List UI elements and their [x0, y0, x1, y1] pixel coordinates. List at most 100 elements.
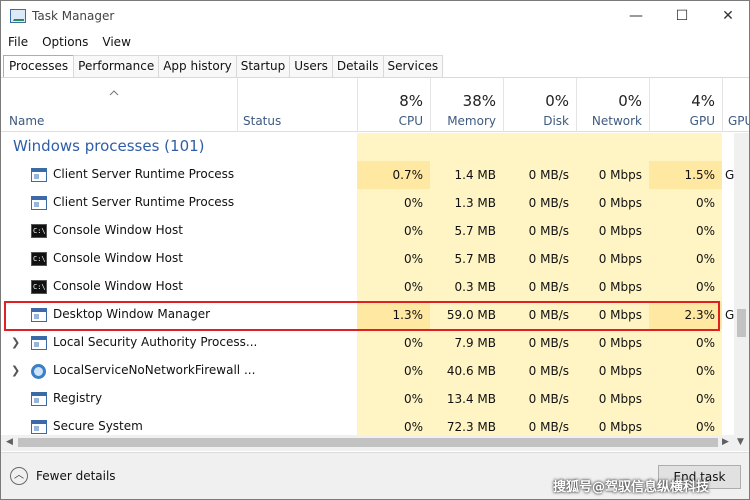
console-icon: C:\	[31, 224, 47, 238]
process-row[interactable]: ❯ Local Security Authority Process... 0% 7.…	[1, 329, 734, 357]
memory-value: 0.3 MB	[430, 273, 503, 301]
horizontal-scrollbar[interactable]: ◀ ▶	[1, 435, 734, 451]
scroll-left-icon[interactable]: ◀	[6, 437, 13, 447]
gpu-engine-value: G	[725, 168, 734, 182]
menu-view[interactable]: View	[95, 32, 137, 52]
cpu-value: 0%	[357, 217, 430, 245]
column-network[interactable]: 0% Network	[576, 78, 649, 132]
menu-options[interactable]: Options	[35, 32, 95, 52]
vertical-scroll-thumb[interactable]	[737, 309, 746, 337]
disk-total: 0%	[545, 92, 569, 110]
column-disk[interactable]: 0% Disk	[503, 78, 576, 132]
cpu-value: 0%	[357, 357, 430, 385]
gpu-value: 0%	[649, 329, 722, 357]
process-name: LocalServiceNoNetworkFirewall ...	[53, 363, 256, 377]
tab-startup[interactable]: Startup	[235, 55, 291, 77]
process-name: Console Window Host	[53, 223, 183, 237]
memory-value: 13.4 MB	[430, 385, 503, 413]
group-heat-gpu	[649, 133, 722, 161]
scroll-down-icon[interactable]: ▼	[737, 437, 744, 447]
tab-services[interactable]: Services	[382, 55, 444, 77]
gpu-label: GPU	[689, 114, 715, 128]
fewer-details-link[interactable]: Fewer details	[36, 469, 116, 483]
gpu-engine-value: G	[725, 308, 734, 322]
column-gpu[interactable]: 4% GPU	[649, 78, 722, 132]
expand-chevron-icon[interactable]: ❯	[11, 364, 20, 377]
gpu-value: 0%	[649, 357, 722, 385]
process-row[interactable]: C:\ Console Window Host 0% 5.7 MB 0 MB/s 0 Mb…	[1, 217, 734, 245]
gpu-value: 0%	[649, 413, 722, 435]
column-status[interactable]: Status	[243, 114, 281, 128]
gear-icon	[31, 364, 46, 379]
process-row[interactable]: C:\ Console Window Host 0% 5.7 MB 0 MB/s 0 Mb…	[1, 245, 734, 273]
process-name: Client Server Runtime Process	[53, 167, 235, 181]
scroll-right-icon[interactable]: ▶	[722, 437, 729, 447]
window-icon	[31, 420, 47, 434]
process-name: Console Window Host	[53, 251, 183, 265]
maximize-button[interactable]: ☐	[659, 1, 705, 31]
memory-value: 1.3 MB	[430, 189, 503, 217]
window-icon	[31, 168, 47, 182]
process-row[interactable]: Registry 0% 13.4 MB 0 MB/s 0 Mbps 0%	[1, 385, 734, 413]
tab-performance[interactable]: Performance	[73, 55, 160, 77]
title-bar: Task Manager — ☐ ✕	[1, 1, 749, 32]
gpu-engine-value	[722, 413, 734, 435]
close-button[interactable]: ✕	[705, 1, 750, 31]
gpu-engine-value	[722, 189, 734, 217]
vertical-scrollbar[interactable]	[734, 133, 749, 436]
process-row[interactable]: Client Server Runtime Process 0.7% 1.4 MB 0…	[1, 161, 734, 189]
group-heat-network	[576, 133, 649, 161]
network-value: 0 Mbps	[576, 161, 649, 189]
column-name[interactable]: Name	[9, 114, 44, 128]
gpu-engine-value	[722, 385, 734, 413]
network-value: 0 Mbps	[576, 413, 649, 435]
gpu-value: 1.5%	[649, 161, 722, 189]
process-row[interactable]: Client Server Runtime Process 0% 1.3 MB 0 M…	[1, 189, 734, 217]
memory-value: 7.9 MB	[430, 329, 503, 357]
memory-total: 38%	[462, 92, 496, 110]
memory-value: 5.7 MB	[430, 245, 503, 273]
column-cpu[interactable]: 8% CPU	[357, 78, 430, 132]
tab-strip: Processes Performance App history Startu…	[3, 55, 444, 78]
gpu-engine-value	[722, 357, 734, 385]
process-row[interactable]: Secure System 0% 72.3 MB 0 MB/s 0 Mbps 0%	[1, 413, 734, 435]
group-title: Windows processes (101)	[13, 137, 205, 155]
cpu-value: 0%	[357, 189, 430, 217]
memory-label: Memory	[447, 114, 496, 128]
group-heat-disk	[503, 133, 576, 161]
column-memory[interactable]: 38% Memory	[430, 78, 503, 132]
disk-value: 0 MB/s	[503, 161, 576, 189]
disk-value: 0 MB/s	[503, 273, 576, 301]
cpu-total: 8%	[399, 92, 423, 110]
minimize-button[interactable]: —	[613, 1, 659, 31]
network-value: 0 Mbps	[576, 273, 649, 301]
chevron-up-icon[interactable]: ︿	[10, 467, 28, 485]
menu-file[interactable]: File	[1, 32, 35, 52]
tab-details[interactable]: Details	[331, 55, 384, 77]
network-label: Network	[591, 114, 642, 128]
tab-users[interactable]: Users	[289, 55, 333, 77]
selected-row-highlight	[4, 301, 720, 331]
cpu-value: 0%	[357, 413, 430, 435]
cpu-value: 0.7%	[357, 161, 430, 189]
process-row[interactable]: C:\ Console Window Host 0% 0.3 MB 0 MB/s 0 Mb…	[1, 273, 734, 301]
gpu-engine-label: GPU	[728, 114, 749, 128]
gpu-engine-value	[722, 217, 734, 245]
gpu-value: 0%	[649, 217, 722, 245]
expand-chevron-icon[interactable]: ❯	[11, 336, 20, 349]
horizontal-scroll-thumb[interactable]	[18, 438, 718, 447]
cpu-value: 0%	[357, 273, 430, 301]
disk-value: 0 MB/s	[503, 357, 576, 385]
column-gpu-engine[interactable]: GPU	[722, 78, 749, 132]
gpu-value: 0%	[649, 273, 722, 301]
process-name: Local Security Authority Process...	[53, 335, 258, 349]
disk-label: Disk	[543, 114, 569, 128]
tab-app-history[interactable]: App history	[158, 55, 237, 77]
gpu-engine-value	[722, 273, 734, 301]
group-heat-memory	[430, 133, 503, 161]
process-row[interactable]: ❯ LocalServiceNoNetworkFirewall ... 0% 40.6…	[1, 357, 734, 385]
disk-value: 0 MB/s	[503, 217, 576, 245]
tab-processes[interactable]: Processes	[3, 55, 75, 78]
gpu-engine-value	[722, 245, 734, 273]
gpu-value: 0%	[649, 245, 722, 273]
